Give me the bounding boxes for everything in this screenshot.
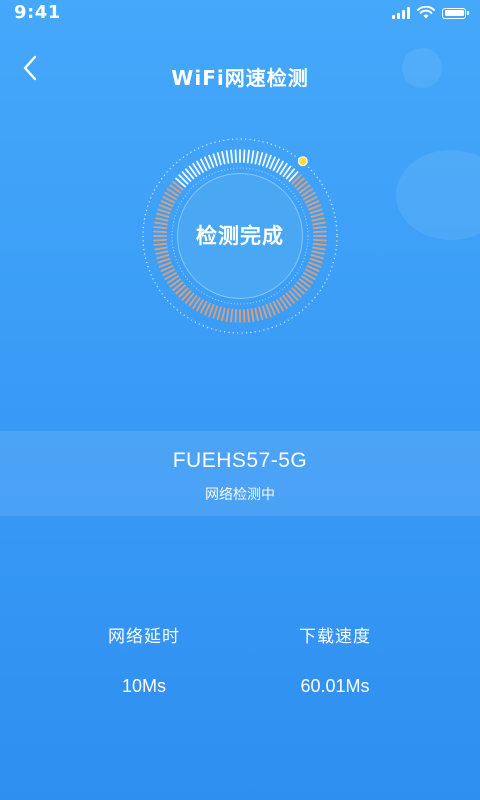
gauge-tick bbox=[308, 261, 322, 268]
page-title: WiFi网速检测 bbox=[171, 66, 309, 90]
status-icons bbox=[392, 3, 469, 23]
battery-cap bbox=[467, 11, 469, 15]
gauge-tick bbox=[310, 212, 324, 218]
gauge-tick bbox=[309, 208, 323, 215]
status-bar: 9:41 bbox=[0, 0, 480, 26]
status-time: 9:41 bbox=[14, 2, 61, 23]
gauge-tick bbox=[258, 152, 264, 166]
latency-value: 10Ms bbox=[121, 676, 166, 696]
download-speed-value: 60.01Ms bbox=[300, 676, 370, 696]
gauge-tick bbox=[234, 308, 238, 323]
wifi-icon bbox=[417, 4, 435, 23]
battery-fill bbox=[444, 10, 464, 16]
gauge-tick bbox=[308, 204, 322, 211]
network-ssid: FUEHS57-5G bbox=[172, 449, 308, 472]
gauge-tick bbox=[306, 265, 320, 272]
battery-icon bbox=[442, 7, 469, 19]
network-info: FUEHS57-5G 网络检测中 bbox=[0, 431, 480, 516]
gauge-tick bbox=[158, 204, 172, 211]
gauge-tick bbox=[230, 149, 234, 164]
gauge-tick bbox=[234, 149, 238, 164]
gauge-tick bbox=[216, 152, 222, 166]
gauge-tick bbox=[154, 250, 169, 255]
gauge-tick bbox=[254, 150, 259, 165]
download-speed-stat: 下载速度 60.01Ms bbox=[235, 622, 435, 697]
gauge-tick bbox=[225, 150, 230, 164]
download-speed-label: 下载速度 bbox=[299, 627, 371, 647]
gauge-tick bbox=[225, 308, 230, 322]
latency-stat: 网络延时 10Ms bbox=[44, 622, 244, 697]
gauge-tick bbox=[250, 150, 255, 164]
gauge-tick bbox=[246, 149, 250, 164]
gauge-tick bbox=[208, 154, 215, 168]
gauge-tick bbox=[261, 153, 268, 167]
gauge-tick bbox=[309, 257, 323, 264]
gauge-tick bbox=[265, 154, 272, 168]
gauge-tick bbox=[160, 200, 174, 207]
gauge-tick bbox=[221, 307, 226, 322]
gauge-tick bbox=[160, 265, 174, 272]
gauge-tick bbox=[254, 307, 259, 322]
gauge-tick bbox=[269, 156, 276, 170]
gauge-tick bbox=[269, 302, 276, 316]
gauge-tick bbox=[156, 212, 170, 218]
gauge-tick bbox=[158, 261, 172, 268]
gauge-tick bbox=[250, 308, 255, 322]
gauge-tick bbox=[306, 200, 320, 207]
network-status: 网络检测中 bbox=[205, 487, 275, 503]
gauge-status-label: 检测完成 bbox=[196, 224, 284, 248]
gauge-tick bbox=[242, 149, 246, 164]
wifi-speed-test-screen: 9:41 WiFi网速检测 检测完成 FUEHS57-5G 网络检测中 网络延时… bbox=[0, 0, 480, 800]
gauge-tick bbox=[204, 302, 211, 316]
gauge-tick bbox=[311, 250, 326, 255]
gauge-tick bbox=[261, 305, 268, 319]
gauge-tick bbox=[246, 308, 250, 323]
gauge-tick bbox=[212, 305, 219, 319]
gauge-tick bbox=[157, 257, 171, 264]
signal-icon bbox=[392, 7, 410, 19]
gauge-tick bbox=[208, 304, 215, 318]
decorative-circle bbox=[396, 150, 480, 240]
gauge-tick bbox=[258, 306, 264, 320]
gauge-tick bbox=[310, 254, 324, 260]
gauge-tick bbox=[212, 153, 219, 167]
gauge-tick bbox=[204, 156, 211, 170]
gauge-tick bbox=[221, 150, 226, 165]
latency-label: 网络延时 bbox=[108, 627, 180, 647]
gauge-tick bbox=[265, 304, 272, 318]
gauge-tick bbox=[230, 308, 234, 323]
gauge-tick bbox=[157, 208, 171, 215]
gauge-tick bbox=[216, 306, 222, 320]
gauge-tick bbox=[156, 254, 170, 260]
speed-gauge: 检测完成 bbox=[140, 136, 340, 336]
gauge-indicator-dot bbox=[297, 156, 308, 167]
gauge-tick bbox=[242, 308, 246, 323]
